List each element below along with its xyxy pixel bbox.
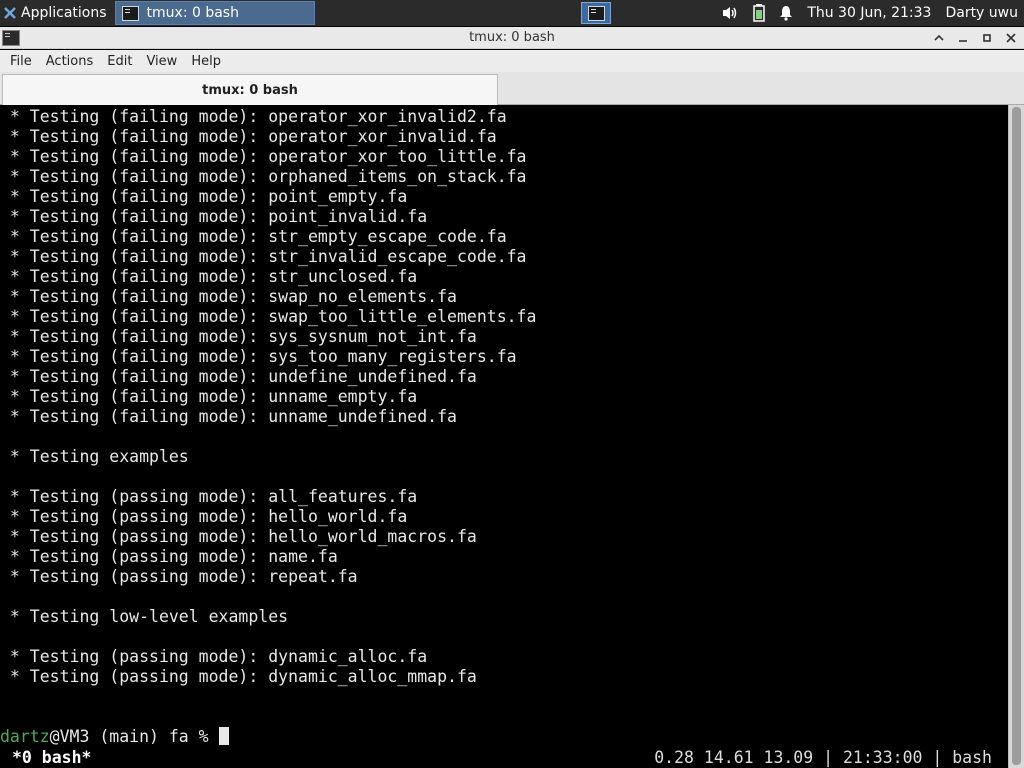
maximize-icon[interactable] bbox=[978, 29, 996, 47]
user-menu[interactable]: Darty uwu bbox=[945, 5, 1018, 21]
tmux-status-bar: *0 bash* 0.28 14.61 13.09 | 21:33:00 | b… bbox=[0, 747, 1008, 768]
terminal-line: * Testing (failing mode): sys_too_many_r… bbox=[0, 347, 517, 366]
terminal-line: * Testing (passing mode): hello_world_ma… bbox=[0, 527, 477, 546]
terminal-line: * Testing (failing mode): swap_no_elemen… bbox=[0, 287, 457, 306]
scrollbar-thumb[interactable] bbox=[1012, 107, 1021, 765]
terminal-line: * Testing (failing mode): str_empty_esca… bbox=[0, 227, 507, 246]
taskbar-item-label: tmux: 0 bash bbox=[146, 5, 239, 21]
menu-actions[interactable]: Actions bbox=[39, 54, 101, 69]
terminal-scrollbar[interactable] bbox=[1008, 105, 1024, 768]
terminal-line: * Testing (passing mode): all_features.f… bbox=[0, 487, 418, 506]
terminal-line: * Testing (failing mode): operator_xor_i… bbox=[0, 127, 497, 146]
prompt-host-path: @VM3 (main) fa % bbox=[49, 727, 219, 746]
shell-prompt[interactable]: dartz@VM3 (main) fa % bbox=[0, 727, 229, 747]
clock[interactable]: Thu 30 Jun, 21:33 bbox=[807, 5, 931, 21]
terminal-line: * Testing examples bbox=[0, 447, 189, 466]
terminal-line: * Testing (failing mode): undefine_undef… bbox=[0, 367, 477, 386]
tmux-status-right: 0.28 14.61 13.09 | 21:33:00 | bash bbox=[654, 748, 992, 767]
terminal-lines: * Testing (failing mode): operator_xor_i… bbox=[0, 107, 1008, 687]
terminal-line: * Testing (failing mode): swap_too_littl… bbox=[0, 307, 537, 326]
window-titlebar[interactable]: tmux: 0 bash bbox=[0, 27, 1024, 49]
terminal-line: * Testing (passing mode): name.fa bbox=[0, 547, 338, 566]
volume-icon[interactable] bbox=[721, 5, 739, 21]
terminal-icon bbox=[121, 5, 139, 21]
terminal-line: * Testing (failing mode): unname_undefin… bbox=[0, 407, 457, 426]
tmux-window-list[interactable]: *0 bash* bbox=[12, 747, 91, 768]
terminal-output[interactable]: * Testing (failing mode): operator_xor_i… bbox=[0, 105, 1008, 768]
terminal-line: * Testing (passing mode): dynamic_alloc_… bbox=[0, 667, 477, 686]
menu-help[interactable]: Help bbox=[184, 54, 228, 69]
terminal-line: * Testing (passing mode): repeat.fa bbox=[0, 567, 358, 586]
terminal-line: * Testing (failing mode): point_empty.fa bbox=[0, 187, 408, 206]
terminal-line: * Testing (failing mode): str_unclosed.f… bbox=[0, 267, 418, 286]
maximize-up-icon[interactable] bbox=[930, 29, 948, 47]
system-tray: Thu 30 Jun, 21:33 Darty uwu bbox=[721, 4, 1024, 22]
top-panel: Applications tmux: 0 bash Thu 30 Jun, 21… bbox=[0, 0, 1024, 26]
menu-edit[interactable]: Edit bbox=[100, 54, 139, 69]
terminal-line: * Testing (failing mode): operator_xor_i… bbox=[0, 107, 507, 126]
tab-bar: tmux: 0 bash bbox=[0, 72, 1024, 105]
menu-view[interactable]: View bbox=[139, 54, 184, 69]
applications-menu[interactable]: Applications bbox=[0, 0, 111, 26]
terminal-line: * Testing (failing mode): point_invalid.… bbox=[0, 207, 428, 226]
taskbar-item-terminal[interactable]: tmux: 0 bash bbox=[114, 1, 315, 25]
workspace-switcher[interactable] bbox=[581, 2, 612, 24]
terminal-line: * Testing low-level examples bbox=[0, 607, 289, 626]
close-icon[interactable] bbox=[1002, 29, 1020, 47]
terminal-line: * Testing (failing mode): unname_empty.f… bbox=[0, 387, 418, 406]
text-cursor bbox=[218, 727, 229, 745]
terminal-line: * Testing (failing mode): str_invalid_es… bbox=[0, 247, 527, 266]
battery-icon[interactable] bbox=[753, 4, 766, 22]
window-title: tmux: 0 bash bbox=[469, 30, 555, 45]
terminal-line: * Testing (passing mode): hello_world.fa bbox=[0, 507, 408, 526]
terminal-line: * Testing (failing mode): orphaned_items… bbox=[0, 167, 527, 186]
tab-tmux[interactable]: tmux: 0 bash bbox=[2, 74, 498, 105]
menu-file[interactable]: File bbox=[3, 54, 39, 69]
minimize-icon[interactable] bbox=[954, 29, 972, 47]
terminal-line: * Testing (passing mode): dynamic_alloc.… bbox=[0, 647, 428, 666]
window-menu-icon[interactable] bbox=[2, 29, 20, 46]
notification-bell-icon[interactable] bbox=[779, 5, 793, 21]
terminal-line: * Testing (failing mode): operator_xor_t… bbox=[0, 147, 527, 166]
workspace-window-icon bbox=[587, 5, 605, 21]
xfce-logo-icon bbox=[3, 6, 17, 20]
applications-label: Applications bbox=[21, 5, 107, 21]
menu-bar: File Actions Edit View Help bbox=[0, 50, 1024, 72]
terminal-line: * Testing (failing mode): sys_sysnum_not… bbox=[0, 327, 477, 346]
prompt-user: dartz bbox=[0, 727, 50, 746]
